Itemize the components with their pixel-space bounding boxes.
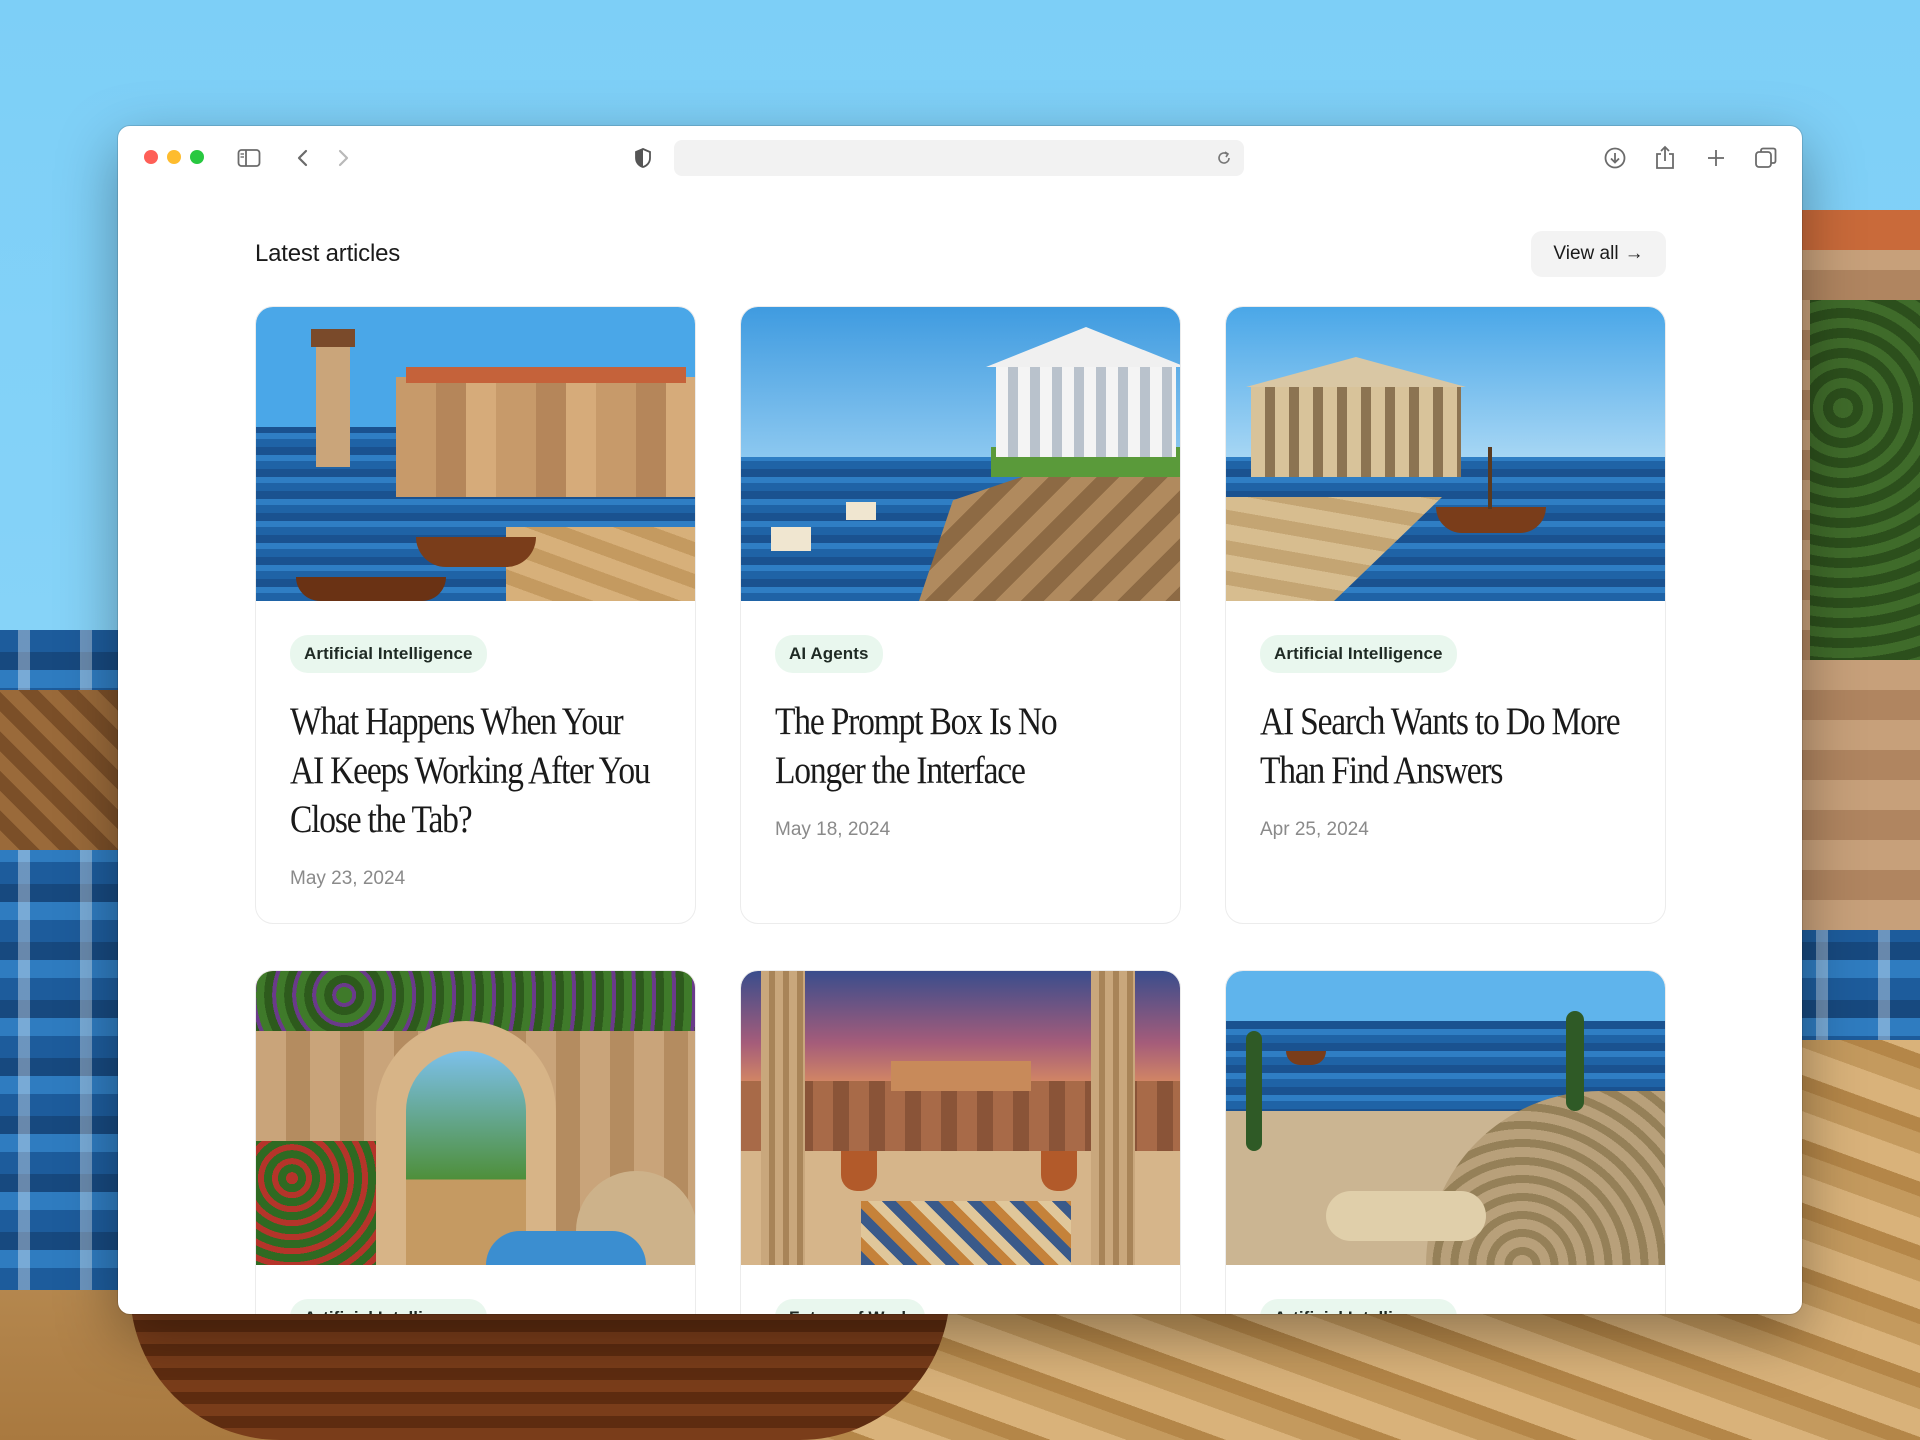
article-card[interactable]: Future of Work: [740, 970, 1181, 1314]
shield-icon[interactable]: [630, 146, 656, 170]
reload-icon[interactable]: [1212, 146, 1236, 170]
article-title[interactable]: AI Search Wants to Do More Than Find Ans…: [1260, 697, 1621, 795]
close-window-button[interactable]: [144, 150, 158, 164]
share-icon[interactable]: [1652, 145, 1678, 170]
article-card[interactable]: Artificial Intelligence: [255, 970, 696, 1314]
article-date: Apr 25, 2024: [1260, 819, 1369, 840]
new-tab-icon[interactable]: [1703, 146, 1729, 170]
article-title[interactable]: The Prompt Box Is No Longer the Interfac…: [775, 697, 1136, 795]
view-all-button[interactable]: View all →: [1531, 231, 1666, 277]
arrow-right-icon: →: [1624, 243, 1644, 264]
download-icon[interactable]: [1602, 146, 1628, 170]
article-image-temple-cliff: [741, 307, 1180, 601]
article-card[interactable]: Artificial Intelligence: [1225, 970, 1666, 1314]
address-bar[interactable]: [674, 140, 1244, 176]
article-image-amphitheater: [1226, 971, 1665, 1265]
zoom-window-button[interactable]: [190, 150, 204, 164]
article-tag[interactable]: Future of Work: [775, 1299, 925, 1314]
article-tag[interactable]: Artificial Intelligence: [290, 1299, 487, 1314]
article-image-temple-harbor: [1226, 307, 1665, 601]
article-tag[interactable]: AI Agents: [775, 635, 883, 673]
article-tag[interactable]: Artificial Intelligence: [1260, 635, 1457, 673]
article-tag[interactable]: Artificial Intelligence: [1260, 1299, 1457, 1314]
browser-window: Latest articles View all → Artificial In…: [118, 126, 1802, 1314]
back-icon[interactable]: [290, 146, 316, 170]
minimize-window-button[interactable]: [167, 150, 181, 164]
article-card[interactable]: AI Agents The Prompt Box Is No Longer th…: [740, 306, 1181, 924]
wallpaper-tree: [1810, 300, 1920, 660]
browser-toolbar: [118, 126, 1802, 188]
article-date: May 18, 2024: [775, 819, 891, 840]
sidebar-icon[interactable]: [236, 146, 262, 170]
tabs-overview-icon[interactable]: [1753, 146, 1779, 170]
article-image-garden-arch: [256, 971, 695, 1265]
article-tag[interactable]: Artificial Intelligence: [290, 635, 487, 673]
section-title: Latest articles: [255, 240, 401, 267]
article-card[interactable]: Artificial Intelligence AI Search Wants …: [1225, 306, 1666, 924]
wallpaper-rock: [0, 690, 130, 850]
view-all-label: View all: [1553, 243, 1619, 264]
article-image-harbor: [256, 307, 695, 601]
forward-icon[interactable]: [330, 146, 356, 170]
article-image-columns-sunset: [741, 971, 1180, 1265]
page-content: Latest articles View all → Artificial In…: [118, 188, 1802, 1314]
article-card[interactable]: Artificial Intelligence What Happens Whe…: [255, 306, 696, 924]
article-title[interactable]: What Happens When Your AI Keeps Working …: [290, 697, 651, 844]
window-controls: [144, 150, 204, 164]
article-date: May 23, 2024: [290, 868, 406, 889]
